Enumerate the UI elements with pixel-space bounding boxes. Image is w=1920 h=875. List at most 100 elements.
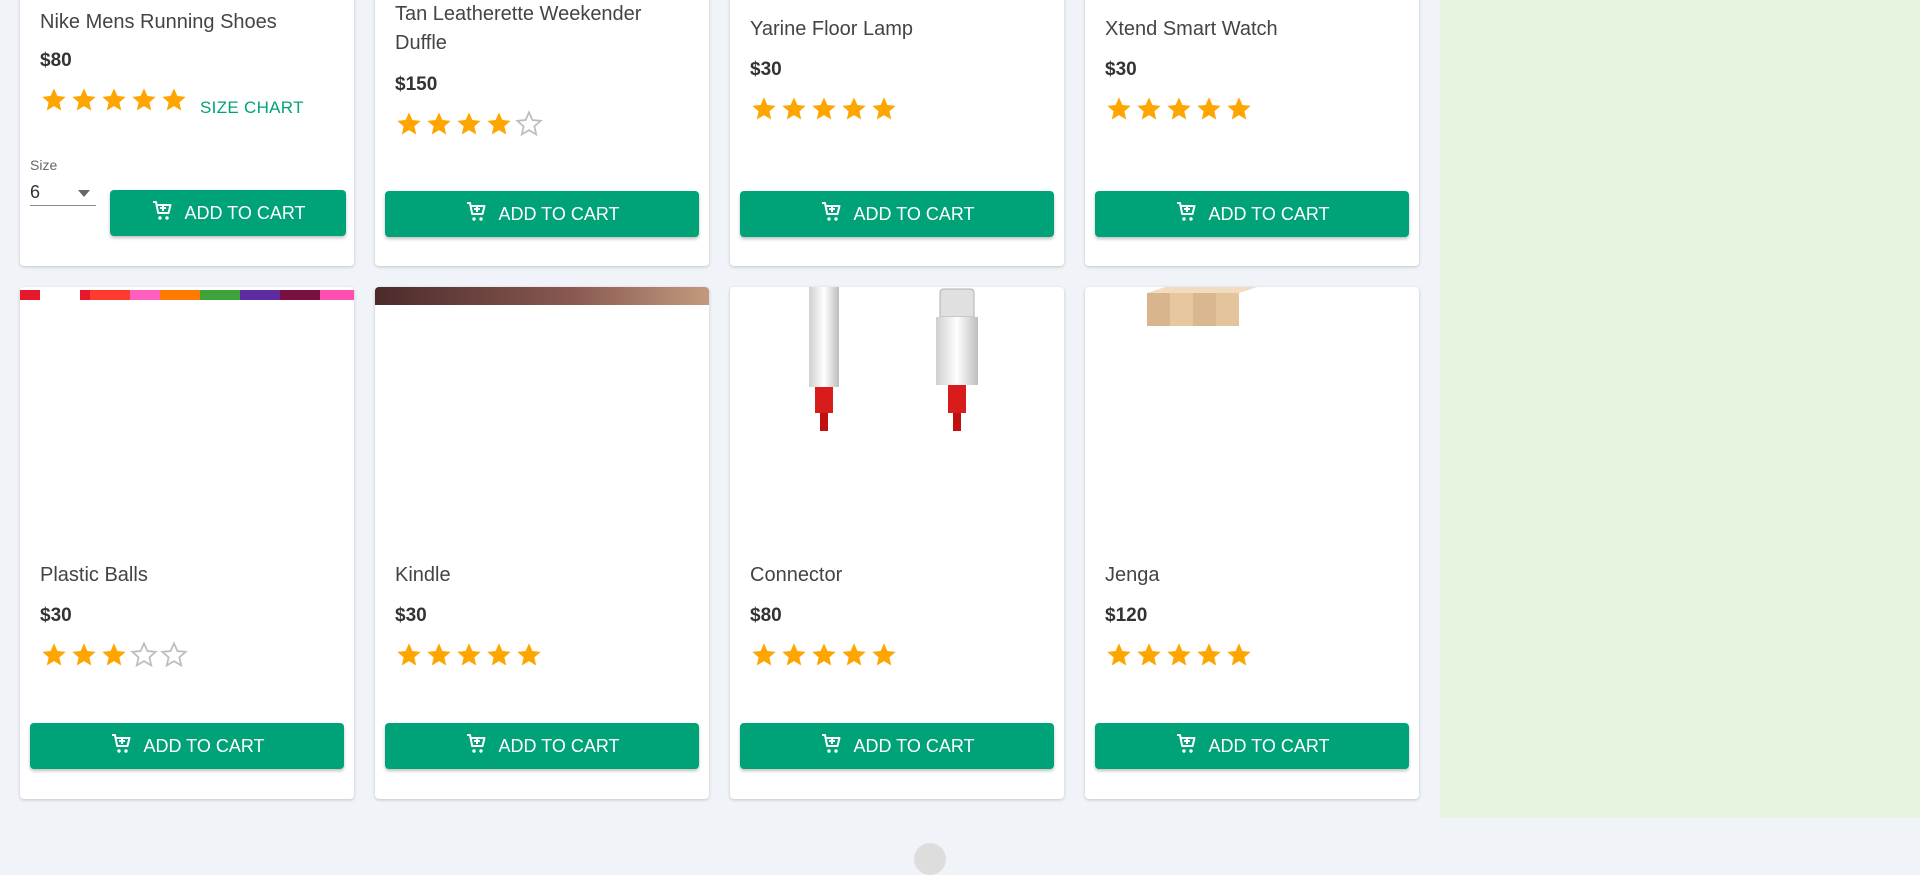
rating-stars	[40, 641, 188, 669]
star-filled-icon	[427, 643, 451, 666]
product-card: Xtend Smart Watch $30 ADD TO CART	[1085, 0, 1419, 266]
size-label: Size	[30, 157, 58, 173]
star-filled-icon	[457, 112, 481, 135]
product-price: $30	[40, 605, 72, 626]
add-to-cart-label: ADD TO CART	[1208, 735, 1330, 756]
product-title[interactable]: Plastic Balls	[40, 561, 340, 590]
star-filled-icon	[872, 97, 896, 120]
add-to-cart-button[interactable]: ADD TO CART	[740, 723, 1054, 769]
rating-stars	[1105, 641, 1253, 669]
add-cart-icon	[1174, 732, 1198, 761]
star-filled-icon	[1137, 643, 1161, 666]
add-to-cart-button[interactable]: ADD TO CART	[30, 723, 344, 769]
add-to-cart-label: ADD TO CART	[498, 203, 620, 224]
product-card: Plastic Balls $30 ADD TO CART	[20, 287, 354, 799]
star-filled-icon	[162, 88, 186, 111]
add-to-cart-label: ADD TO CART	[184, 202, 306, 223]
cart-side-panel	[1440, 0, 1920, 818]
product-title[interactable]: Nike Mens Running Shoes	[40, 8, 340, 37]
star-filled-icon	[487, 112, 511, 135]
product-price: $30	[395, 605, 427, 626]
pagination-control[interactable]	[914, 843, 946, 875]
star-filled-icon	[782, 97, 806, 120]
star-filled-icon	[1197, 643, 1221, 666]
star-empty-icon	[130, 641, 158, 668]
star-empty-icon	[515, 110, 543, 137]
star-filled-icon	[487, 643, 511, 666]
star-filled-icon	[1107, 97, 1131, 120]
star-filled-icon	[517, 643, 541, 666]
connector-image	[809, 287, 978, 431]
add-to-cart-button[interactable]: ADD TO CART	[1095, 191, 1409, 237]
add-to-cart-label: ADD TO CART	[1208, 203, 1330, 224]
product-title[interactable]: Jenga	[1105, 561, 1405, 590]
product-card: Tan Leatherette Weekender Duffle $150 AD…	[375, 0, 709, 266]
star-filled-icon	[872, 643, 896, 666]
jenga-image	[1147, 287, 1257, 326]
star-filled-icon	[1167, 643, 1191, 666]
product-card: Yarine Floor Lamp $30 ADD TO CART	[730, 0, 1064, 266]
rating-stars	[750, 641, 898, 669]
rating-stars	[395, 110, 543, 138]
add-to-cart-button[interactable]: ADD TO CART	[110, 190, 346, 236]
star-filled-icon	[397, 112, 421, 135]
star-filled-icon	[1227, 97, 1251, 120]
size-select[interactable]: Size 6	[30, 157, 98, 206]
rating-stars	[395, 641, 543, 669]
product-title[interactable]: Yarine Floor Lamp	[750, 15, 1050, 44]
product-image[interactable]	[375, 287, 709, 527]
caret-down-icon	[78, 182, 90, 203]
product-title[interactable]: Connector	[750, 561, 1050, 590]
star-filled-icon	[102, 88, 126, 111]
product-card: Nike Mens Running Shoes $80 SIZE CHART S…	[20, 0, 354, 266]
star-filled-icon	[42, 643, 66, 666]
add-cart-icon	[150, 199, 174, 228]
product-card: Connector $80 ADD TO CART	[730, 287, 1064, 799]
product-price: $80	[750, 605, 782, 626]
star-filled-icon	[42, 88, 66, 111]
product-price: $120	[1105, 605, 1148, 626]
product-image[interactable]	[1085, 287, 1419, 527]
add-cart-icon	[819, 200, 843, 229]
add-cart-icon	[464, 732, 488, 761]
product-image[interactable]	[730, 287, 1064, 527]
add-cart-icon	[1174, 200, 1198, 229]
star-filled-icon	[812, 643, 836, 666]
size-value: 6	[30, 181, 41, 202]
product-price: $150	[395, 74, 438, 95]
rating-stars	[750, 95, 898, 123]
star-filled-icon	[427, 112, 451, 135]
star-filled-icon	[1197, 97, 1221, 120]
star-filled-icon	[752, 643, 776, 666]
star-filled-icon	[1107, 643, 1131, 666]
product-price: $30	[1105, 59, 1137, 80]
star-filled-icon	[102, 643, 126, 666]
size-chart-link[interactable]: SIZE CHART	[200, 98, 304, 118]
add-to-cart-button[interactable]: ADD TO CART	[385, 723, 699, 769]
star-filled-icon	[842, 97, 866, 120]
add-cart-icon	[819, 732, 843, 761]
star-filled-icon	[1227, 643, 1251, 666]
size-dropdown[interactable]: 6	[30, 179, 96, 206]
product-title[interactable]: Tan Leatherette Weekender Duffle	[395, 0, 655, 58]
star-filled-icon	[842, 643, 866, 666]
add-to-cart-label: ADD TO CART	[853, 203, 975, 224]
product-title[interactable]: Kindle	[395, 561, 695, 590]
add-to-cart-label: ADD TO CART	[143, 735, 265, 756]
product-card: Jenga $120 ADD TO CART	[1085, 287, 1419, 799]
add-to-cart-button[interactable]: ADD TO CART	[1095, 723, 1409, 769]
star-filled-icon	[1167, 97, 1191, 120]
product-title[interactable]: Xtend Smart Watch	[1105, 15, 1405, 44]
product-price: $80	[40, 50, 72, 71]
add-to-cart-button[interactable]: ADD TO CART	[740, 191, 1054, 237]
kindle-image	[375, 287, 709, 305]
add-to-cart-label: ADD TO CART	[853, 735, 975, 756]
star-filled-icon	[72, 88, 96, 111]
add-to-cart-label: ADD TO CART	[498, 735, 620, 756]
star-filled-icon	[397, 643, 421, 666]
product-image[interactable]	[20, 287, 354, 527]
star-filled-icon	[72, 643, 96, 666]
product-price: $30	[750, 59, 782, 80]
add-to-cart-button[interactable]: ADD TO CART	[385, 191, 699, 237]
add-cart-icon	[464, 200, 488, 229]
